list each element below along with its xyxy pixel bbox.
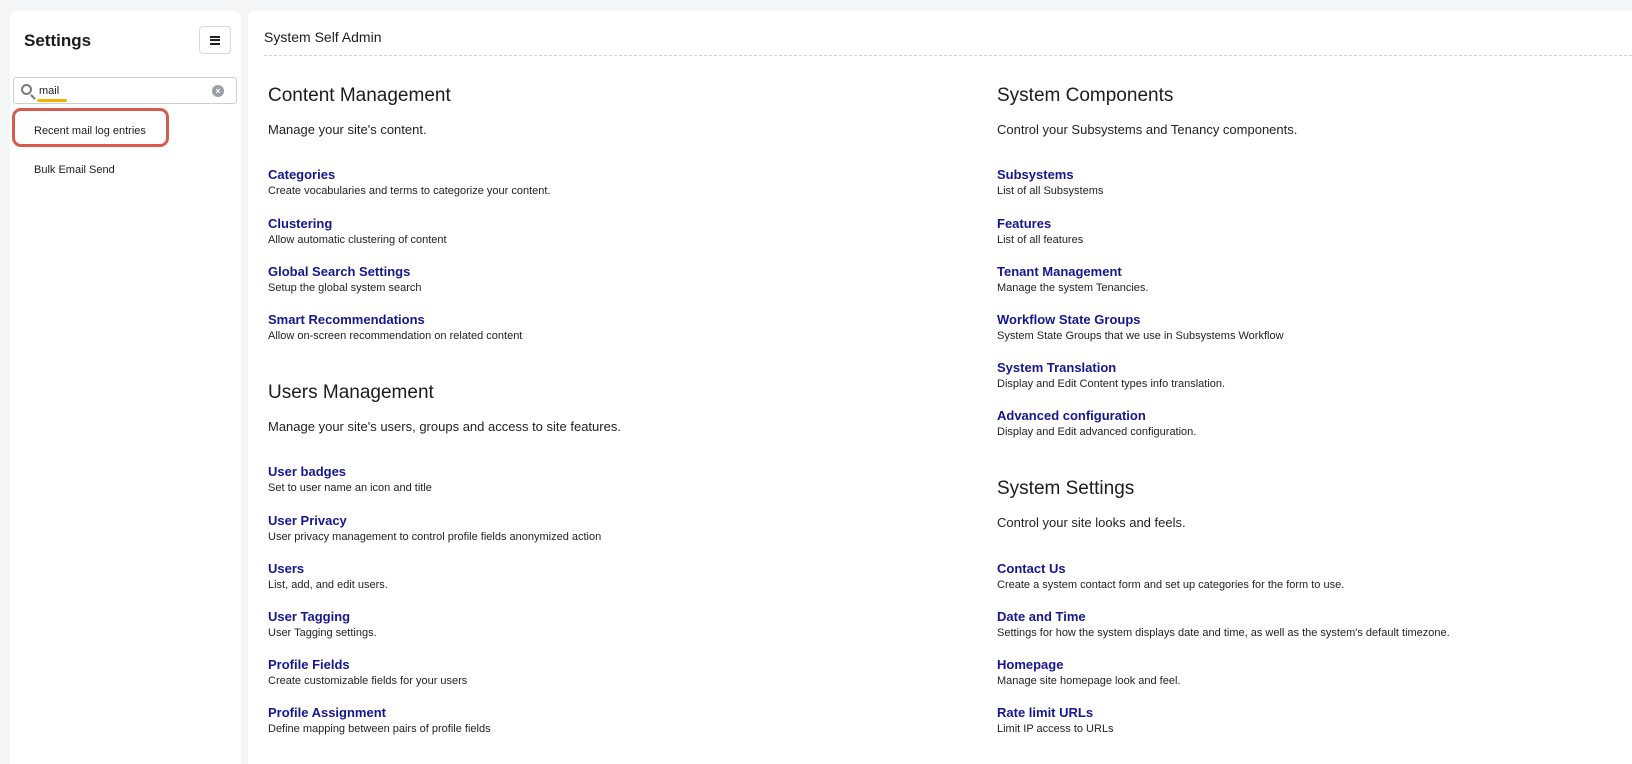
- item-description: User privacy management to control profi…: [268, 531, 602, 543]
- link-system-translation[interactable]: System Translation: [997, 360, 1225, 375]
- settings-item: Contact Us Create a system contact form …: [997, 561, 1344, 591]
- link-user-privacy[interactable]: User Privacy: [268, 513, 601, 528]
- item-description: List of all Subsystems: [997, 185, 1104, 197]
- link-homepage[interactable]: Homepage: [997, 657, 1180, 672]
- link-workflow-state-groups[interactable]: Workflow State Groups: [997, 312, 1284, 327]
- item-description: User Tagging settings.: [268, 627, 377, 639]
- settings-item: Features List of all features: [997, 216, 1083, 246]
- settings-item: System Translation Display and Edit Cont…: [997, 360, 1225, 390]
- link-rate-limit-urls[interactable]: Rate limit URLs: [997, 705, 1114, 720]
- link-date-and-time[interactable]: Date and Time: [997, 609, 1450, 624]
- item-description: List of all features: [997, 234, 1084, 246]
- settings-item: Clustering Allow automatic clustering of…: [268, 216, 447, 246]
- link-features[interactable]: Features: [997, 216, 1083, 231]
- item-description: Allow on-screen recommendation on relate…: [268, 330, 523, 342]
- link-profile-fields[interactable]: Profile Fields: [268, 657, 467, 672]
- settings-item: Workflow State Groups System State Group…: [997, 312, 1284, 342]
- search-icon: [21, 84, 32, 95]
- item-description: Create a system contact form and set up …: [997, 579, 1345, 591]
- item-description: Set to user name an icon and title: [268, 482, 432, 494]
- settings-item: User Privacy User privacy management to …: [268, 513, 601, 543]
- item-description: Display and Edit advanced configuration.: [997, 426, 1197, 438]
- link-advanced-configuration[interactable]: Advanced configuration: [997, 408, 1196, 423]
- settings-item: Homepage Manage site homepage look and f…: [997, 657, 1180, 687]
- item-description: Allow automatic clustering of content: [268, 234, 447, 246]
- settings-item: Advanced configuration Display and Edit …: [997, 408, 1196, 438]
- main-panel: System Self Admin Content Management Man…: [248, 11, 1632, 764]
- settings-item: Smart Recommendations Allow on-screen re…: [268, 312, 522, 342]
- section-title-content-management: Content Management: [268, 85, 451, 106]
- section-desc-content-management: Manage your site's content.: [268, 122, 427, 137]
- item-description: Manage site homepage look and feel.: [997, 675, 1181, 687]
- item-description: Create vocabularies and terms to categor…: [268, 185, 551, 197]
- title-divider: [264, 55, 1632, 56]
- item-description: Display and Edit Content types info tran…: [997, 378, 1226, 390]
- item-description: Limit IP access to URLs: [997, 723, 1114, 735]
- settings-item: Date and Time Settings for how the syste…: [997, 609, 1450, 639]
- settings-item: Global Search Settings Setup the global …: [268, 264, 421, 294]
- settings-search: ×: [13, 77, 237, 104]
- link-subsystems[interactable]: Subsystems: [997, 167, 1103, 182]
- settings-item: Profile Fields Create customizable field…: [268, 657, 467, 687]
- link-user-badges[interactable]: User badges: [268, 464, 432, 479]
- sidebar-item-recent-mail-log[interactable]: Recent mail log entries: [34, 125, 146, 137]
- settings-item: User badges Set to user name an icon and…: [268, 464, 432, 494]
- settings-item: Profile Assignment Define mapping betwee…: [268, 705, 491, 735]
- link-tenant-management[interactable]: Tenant Management: [997, 264, 1148, 279]
- sidebar-item-bulk-email[interactable]: Bulk Email Send: [34, 164, 115, 176]
- link-profile-assignment[interactable]: Profile Assignment: [268, 705, 491, 720]
- item-description: Create customizable fields for your user…: [268, 675, 468, 687]
- item-description: Settings for how the system displays dat…: [997, 627, 1450, 639]
- item-description: System State Groups that we use in Subsy…: [997, 330, 1284, 342]
- link-contact-us[interactable]: Contact Us: [997, 561, 1344, 576]
- section-title-users-management: Users Management: [268, 382, 434, 403]
- settings-sidebar: Settings × Recent mail log entries Bulk …: [10, 11, 241, 764]
- page-title: System Self Admin: [264, 29, 382, 45]
- sidebar-title: Settings: [24, 31, 92, 50]
- item-description: List, add, and edit users.: [268, 579, 388, 591]
- link-user-tagging[interactable]: User Tagging: [268, 609, 377, 624]
- section-desc-system-components: Control your Subsystems and Tenancy comp…: [997, 122, 1298, 137]
- link-categories[interactable]: Categories: [268, 167, 550, 182]
- settings-item: Rate limit URLs Limit IP access to URLs: [997, 705, 1114, 735]
- menu-toggle-button[interactable]: [199, 26, 231, 54]
- item-description: Define mapping between pairs of profile …: [268, 723, 491, 735]
- link-users[interactable]: Users: [268, 561, 388, 576]
- settings-item: Tenant Management Manage the system Tena…: [997, 264, 1148, 294]
- link-clustering[interactable]: Clustering: [268, 216, 447, 231]
- settings-item: Subsystems List of all Subsystems: [997, 167, 1103, 197]
- section-title-system-components: System Components: [997, 85, 1174, 106]
- hamburger-icon: [210, 35, 220, 45]
- item-description: Setup the global system search: [268, 282, 422, 294]
- settings-item: User Tagging User Tagging settings.: [268, 609, 377, 639]
- search-match-highlight: [37, 99, 67, 102]
- link-global-search-settings[interactable]: Global Search Settings: [268, 264, 421, 279]
- section-desc-users-management: Manage your site's users, groups and acc…: [268, 419, 621, 434]
- search-input[interactable]: [39, 82, 204, 100]
- settings-item: Users List, add, and edit users.: [268, 561, 388, 591]
- item-description: Manage the system Tenancies.: [997, 282, 1149, 294]
- link-smart-recommendations[interactable]: Smart Recommendations: [268, 312, 522, 327]
- clear-search-icon[interactable]: ×: [212, 85, 224, 97]
- settings-item: Categories Create vocabularies and terms…: [268, 167, 550, 197]
- section-title-system-settings: System Settings: [997, 478, 1135, 499]
- section-desc-system-settings: Control your site looks and feels.: [997, 515, 1186, 530]
